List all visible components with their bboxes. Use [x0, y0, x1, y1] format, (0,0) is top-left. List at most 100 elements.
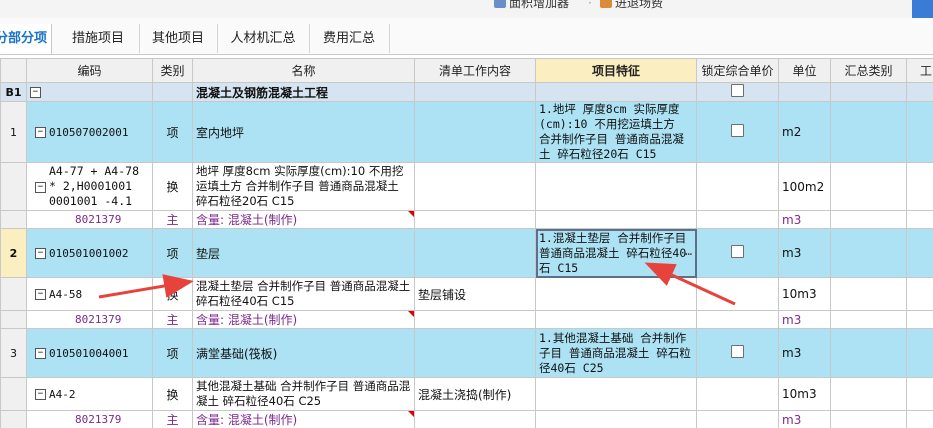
lock-cell[interactable]	[696, 328, 779, 378]
code-cell[interactable]: −010501004001	[26, 328, 153, 378]
work-cell[interactable]	[414, 328, 536, 378]
qty-cell[interactable]	[906, 328, 933, 378]
header-work-content[interactable]: 清单工作内容	[414, 58, 536, 83]
section-row[interactable]: B1 − 混凝土及钢筋混凝土工程	[0, 82, 933, 102]
collapse-icon[interactable]: −	[35, 289, 46, 300]
qty-cell[interactable]	[906, 277, 933, 311]
header-features[interactable]: 项目特征	[535, 58, 697, 83]
summary-cell[interactable]	[830, 328, 907, 378]
qty-cell[interactable]	[906, 228, 933, 278]
qty-cell[interactable]	[906, 410, 933, 428]
lock-checkbox[interactable]	[731, 345, 744, 358]
feature-cell[interactable]: 1.混凝土垫层 合并制作子目 普通商品混凝土 碎石粒径40石 C15…	[535, 228, 697, 278]
lock-cell[interactable]	[696, 101, 779, 163]
header-category[interactable]: 类别	[152, 58, 193, 83]
header-lock-price[interactable]: 锁定综合单价	[696, 58, 779, 83]
feature-cell[interactable]	[535, 310, 697, 329]
qty-cell[interactable]	[906, 310, 933, 329]
collapse-icon[interactable]: −	[35, 127, 46, 138]
summary-cell[interactable]	[830, 377, 907, 411]
tab-measures[interactable]: 措施项目	[57, 24, 140, 53]
feature-cell[interactable]: 1.其他混凝土基础 合并制作子目 普通商品混凝土 碎石粒径40石 C25	[535, 328, 697, 378]
qty-cell[interactable]	[906, 101, 933, 163]
lock-cell[interactable]	[696, 162, 779, 211]
material-row[interactable]: 8021379 主 含量: 混凝土(制作) m3	[0, 410, 933, 428]
unit-cell[interactable]: 10m3	[778, 277, 831, 311]
name-cell[interactable]: 混凝土垫层 合并制作子目 普通商品混凝土 碎石粒径40石 C15	[192, 277, 415, 311]
name-cell[interactable]: 其他混凝土基础 合并制作子目 普通商品混凝土 碎石粒径40石 C25	[192, 377, 415, 411]
unit-cell[interactable]: m3	[778, 310, 831, 329]
tab-other-items[interactable]: 其他项目	[139, 24, 218, 53]
bill-item-row[interactable]: 3 −010501004001 项 满堂基础(筏板) 1.其他混凝土基础 合并制…	[0, 328, 933, 378]
name-cell[interactable]: 满堂基础(筏板)	[192, 328, 415, 378]
work-cell[interactable]	[414, 228, 536, 278]
name-cell[interactable]: 含量: 混凝土(制作)	[192, 410, 415, 428]
summary-cell[interactable]	[830, 277, 907, 311]
unit-cell[interactable]: m3	[778, 410, 831, 428]
header-code[interactable]: 编码	[26, 58, 153, 83]
quota-row[interactable]: − A4-2 换 其他混凝土基础 合并制作子目 普通商品混凝土 碎石粒径40石 C…	[0, 377, 933, 411]
lock-cell[interactable]	[696, 277, 779, 311]
work-cell[interactable]: 垫层铺设	[414, 277, 536, 311]
name-cell[interactable]: 垫层	[192, 228, 415, 278]
qty-cell[interactable]	[906, 377, 933, 411]
material-row[interactable]: 8021379 主 含量: 混凝土(制作) m3	[0, 310, 933, 329]
code-cell[interactable]: − A4-2	[26, 377, 153, 411]
collapse-icon[interactable]: −	[35, 389, 46, 400]
area-adder-button[interactable]: 面积增加器	[494, 0, 569, 10]
bill-item-row[interactable]: 1 −010507002001 项 室内地坪 1.地坪 厚度8cm 实际厚度(c…	[0, 101, 933, 163]
unit-cell[interactable]: m2	[778, 101, 831, 163]
collapse-cell[interactable]: −	[26, 82, 153, 102]
lock-cell[interactable]	[696, 377, 779, 411]
code-cell[interactable]: − A4-58	[26, 277, 153, 311]
name-cell[interactable]: 含量: 混凝土(制作)	[192, 310, 415, 329]
lock-cell[interactable]	[696, 310, 779, 329]
lock-checkbox[interactable]	[731, 84, 744, 97]
summary-cell[interactable]	[830, 101, 907, 163]
feature-cell[interactable]	[535, 210, 697, 229]
lock-cell[interactable]	[696, 82, 779, 102]
collapse-icon[interactable]: −	[35, 348, 46, 359]
header-name[interactable]: 名称	[192, 58, 415, 83]
feature-cell[interactable]	[535, 410, 697, 428]
summary-cell[interactable]	[830, 210, 907, 229]
work-cell[interactable]	[414, 410, 536, 428]
quota-row[interactable]: − A4-58 换 混凝土垫层 合并制作子目 普通商品混凝土 碎石粒径40石 C1…	[0, 277, 933, 311]
header-summary-category[interactable]: 汇总类别	[830, 58, 907, 83]
work-cell[interactable]	[414, 162, 536, 211]
work-cell[interactable]	[414, 210, 536, 229]
code-cell[interactable]: − A4-77 + A4-78 * 2,H0001001 0001001 -4.1	[26, 162, 153, 211]
collapse-icon[interactable]: −	[35, 248, 46, 259]
unit-cell[interactable]: m3	[778, 328, 831, 378]
header-unit[interactable]: 单位	[778, 58, 831, 83]
tab-divisional-items[interactable]: 分部分项	[0, 24, 52, 54]
feature-cell[interactable]	[535, 162, 697, 211]
name-cell[interactable]: 地坪 厚度8cm 实际厚度(cm):10 不用挖运填土方 合并制作子目 普通商品…	[192, 162, 415, 211]
unit-cell[interactable]: m3	[778, 228, 831, 278]
work-cell[interactable]	[414, 310, 536, 329]
code-cell[interactable]: −010507002001	[26, 101, 153, 163]
lock-cell[interactable]	[696, 228, 779, 278]
work-cell[interactable]: 混凝土浇捣(制作)	[414, 377, 536, 411]
lock-cell[interactable]	[696, 210, 779, 229]
code-cell[interactable]: 8021379	[26, 210, 153, 229]
summary-cell[interactable]	[830, 410, 907, 428]
more-icon[interactable]: …	[685, 244, 692, 259]
code-cell[interactable]: −010501001002	[26, 228, 153, 278]
collapse-icon[interactable]: −	[35, 182, 46, 193]
site-entry-exit-fee-button[interactable]: 进退场费	[600, 0, 663, 10]
material-row[interactable]: 8021379 主 含量: 混凝土(制作) m3	[0, 210, 933, 229]
tab-cost-summary[interactable]: 费用汇总	[309, 24, 390, 53]
tab-labor-material-machine[interactable]: 人材机汇总	[217, 24, 310, 53]
summary-cell[interactable]	[830, 162, 907, 211]
name-cell[interactable]: 含量: 混凝土(制作)	[192, 210, 415, 229]
work-cell[interactable]	[414, 101, 536, 163]
lock-checkbox[interactable]	[731, 245, 744, 258]
qty-cell[interactable]	[906, 210, 933, 229]
lock-cell[interactable]	[696, 410, 779, 428]
unit-cell[interactable]: 10m3	[778, 377, 831, 411]
summary-cell[interactable]	[830, 310, 907, 329]
code-cell[interactable]: 8021379	[26, 310, 153, 329]
feature-cell[interactable]	[535, 377, 697, 411]
lock-checkbox[interactable]	[731, 124, 744, 137]
